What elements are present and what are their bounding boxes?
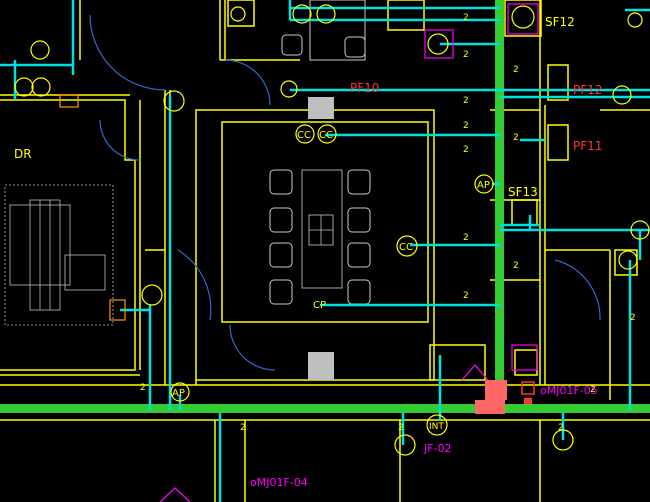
dim-mark: 2 bbox=[463, 50, 469, 60]
label-ap-bottom: AP bbox=[172, 388, 185, 399]
label-pf10: PF10 bbox=[350, 81, 379, 95]
dim-mark: 2 bbox=[240, 423, 246, 433]
label-sf12: SF12 bbox=[545, 15, 575, 29]
dim-mark: 2 bbox=[463, 291, 469, 301]
dim-mark: 2 bbox=[398, 423, 404, 433]
label-int: INT bbox=[429, 422, 444, 432]
label-ap-top: AP bbox=[477, 180, 490, 191]
drawing-background bbox=[0, 0, 650, 502]
cad-floor-plan: DR SF12 PF10 PF12 PF11 SF13 AP AP CC CC … bbox=[0, 0, 650, 502]
dim-mark: 2 bbox=[558, 423, 564, 433]
dim-mark: 2 bbox=[463, 233, 469, 243]
shaft-bottom bbox=[308, 352, 334, 380]
dim-mark: 2 bbox=[590, 385, 596, 395]
dim-mark: 2 bbox=[513, 133, 519, 143]
dim-mark: 2 bbox=[513, 261, 519, 271]
label-jf02: JF-02 bbox=[423, 442, 452, 455]
dim-mark: 2 bbox=[630, 313, 636, 323]
dim-mark: 2 bbox=[463, 121, 469, 131]
label-dr: DR bbox=[14, 147, 32, 161]
shaft-top bbox=[308, 97, 334, 119]
label-sf13: SF13 bbox=[508, 185, 538, 199]
label-pf12: PF12 bbox=[573, 83, 602, 97]
label-cc-3: CC bbox=[399, 242, 413, 253]
dim-mark: 2 bbox=[463, 13, 469, 23]
dim-mark: 2 bbox=[140, 383, 146, 393]
dim-mark: 2 bbox=[463, 145, 469, 155]
label-mj01f04: oMJ01F-04 bbox=[250, 476, 308, 489]
label-pf11: PF11 bbox=[573, 139, 602, 153]
dim-mark: 2 bbox=[463, 96, 469, 106]
label-cp: CP bbox=[313, 300, 326, 311]
label-cc-2: CC bbox=[297, 130, 311, 141]
label-cc-1: CC bbox=[319, 130, 333, 141]
dim-mark: 2 bbox=[513, 65, 519, 75]
